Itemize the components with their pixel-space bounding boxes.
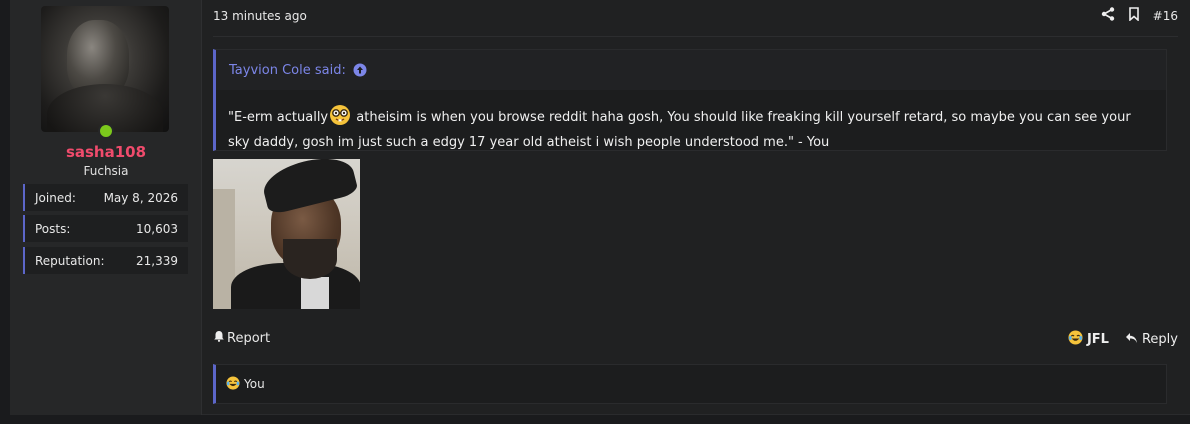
stat-label: Joined: (35, 190, 76, 205)
header-divider (213, 36, 1178, 37)
nerd-face-icon (329, 104, 351, 133)
image-tee-shape (301, 277, 329, 309)
stat-label: Reputation: (35, 253, 105, 268)
forum-post: sasha108 Fuchsia Joined: May 8, 2026 Pos… (10, 0, 1190, 415)
image-beard-shape (283, 239, 337, 279)
reply-button[interactable]: Reply (1125, 332, 1178, 348)
bell-icon (213, 330, 225, 346)
stat-label: Posts: (35, 221, 71, 236)
stat-posts: Posts: 10,603 (23, 215, 188, 242)
arrow-up-circle-icon[interactable] (353, 63, 367, 77)
reactions-bar[interactable]: You (213, 364, 1167, 404)
post-footer: Report JFL Reply (213, 330, 1178, 350)
bookmark-icon[interactable] (1127, 7, 1141, 25)
online-status-indicator (98, 123, 114, 139)
user-title: Fuchsia (83, 164, 129, 178)
stat-value: 10,603 (136, 221, 178, 236)
stat-joined: Joined: May 8, 2026 (23, 184, 188, 211)
post-main: 13 minutes ago #16 Tayvion Cole said: "E… (203, 0, 1190, 415)
post-timestamp[interactable]: 13 minutes ago (213, 9, 307, 23)
avatar-container (41, 6, 169, 139)
avatar[interactable] (41, 6, 169, 132)
stat-reputation: Reputation: 21,339 (23, 247, 188, 274)
quote-text-part-1: "E-erm actually (228, 110, 329, 125)
reactions-list-text[interactable]: You (244, 377, 265, 391)
footer-actions: JFL Reply (1068, 330, 1178, 349)
share-icon[interactable] (1101, 7, 1115, 25)
post-number-link[interactable]: #16 (1153, 9, 1178, 23)
quote-header: Tayvion Cole said: (216, 50, 1166, 90)
quote-block: Tayvion Cole said: "E-erm actually athei… (213, 49, 1167, 151)
stat-value: May 8, 2026 (103, 190, 178, 205)
report-label: Report (227, 330, 271, 346)
react-button[interactable]: JFL (1068, 330, 1109, 349)
username-link[interactable]: sasha108 (10, 143, 202, 161)
crying-laughing-icon (1068, 330, 1083, 349)
stat-value: 21,339 (136, 253, 178, 268)
quote-text: "E-erm actually atheisim is when you bro… (216, 90, 1166, 153)
post-header: 13 minutes ago #16 (213, 7, 1178, 25)
user-sidebar: sasha108 Fuchsia Joined: May 8, 2026 Pos… (10, 0, 202, 415)
quote-author-link[interactable]: Tayvion Cole said: (229, 63, 346, 78)
reply-arrow-icon (1125, 332, 1138, 348)
report-button[interactable]: Report (213, 330, 270, 346)
quote-text-part-2: atheisim is when you browse reddit haha … (228, 110, 1131, 150)
crying-laughing-icon (226, 375, 240, 393)
attached-image[interactable] (213, 159, 360, 309)
react-label: JFL (1086, 332, 1109, 347)
reply-label: Reply (1141, 332, 1178, 347)
post-tools: #16 (1101, 7, 1178, 25)
